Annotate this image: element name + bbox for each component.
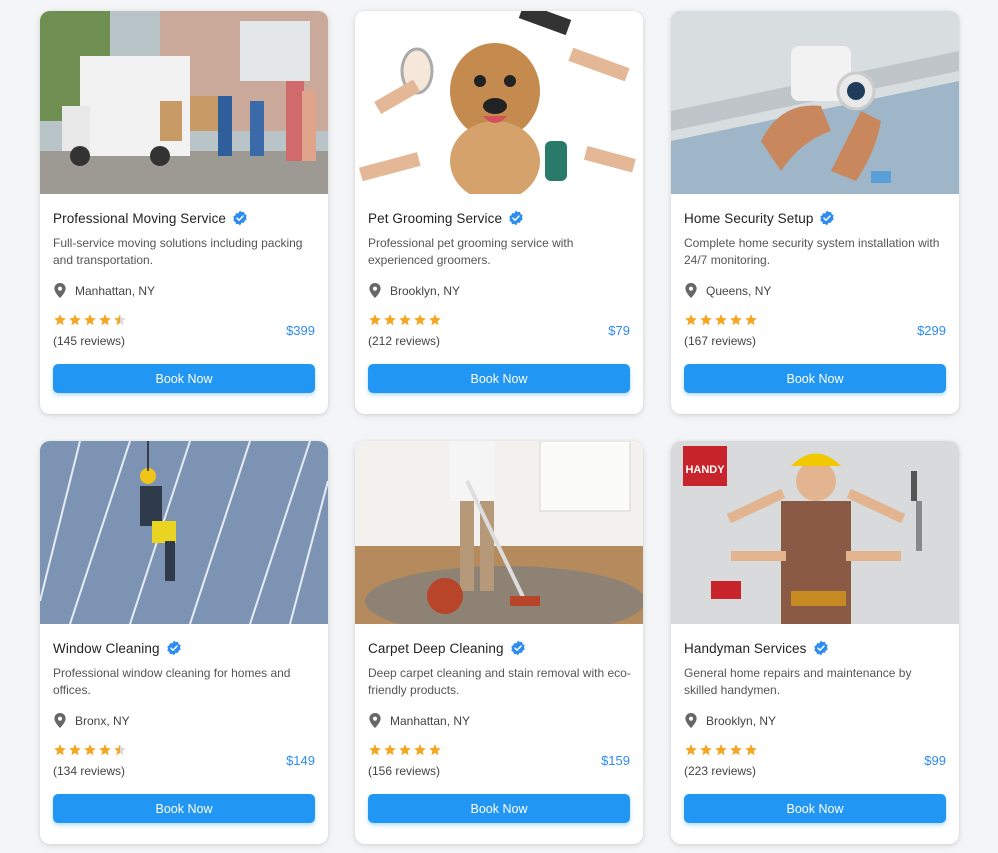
star-full-icon (700, 744, 712, 756)
verified-badge-icon (233, 210, 247, 226)
verified-badge-icon (509, 210, 523, 226)
star-half-icon (114, 744, 126, 756)
review-count: (167 reviews) (684, 334, 757, 348)
location-pin-icon (54, 283, 66, 298)
service-card[interactable]: Home Security Setup Complete home securi… (671, 11, 959, 414)
star-full-icon (745, 314, 757, 326)
service-card[interactable]: Window Cleaning Professional window clea… (40, 441, 328, 844)
book-now-button[interactable]: Book Now (368, 794, 630, 823)
service-description: Professional window cleaning for homes a… (53, 666, 291, 697)
star-full-icon (84, 744, 96, 756)
service-description: Complete home security system installati… (684, 236, 940, 267)
book-now-button[interactable]: Book Now (53, 794, 315, 823)
star-full-icon (384, 744, 396, 756)
star-full-icon (414, 314, 426, 326)
star-full-icon (99, 744, 111, 756)
book-now-button[interactable]: Book Now (684, 794, 946, 823)
service-location: Manhattan, NY (75, 283, 156, 298)
service-location: Queens, NY (706, 283, 772, 298)
book-now-button[interactable]: Book Now (53, 364, 315, 393)
rating-stars (368, 313, 442, 327)
star-full-icon (685, 314, 697, 326)
star-full-icon (730, 744, 742, 756)
star-full-icon (414, 744, 426, 756)
service-title: Professional Moving Service (53, 210, 227, 226)
book-now-button[interactable]: Book Now (684, 364, 946, 393)
star-full-icon (54, 314, 66, 326)
handyman-sign-text: HANDY (685, 464, 725, 476)
star-full-icon (399, 744, 411, 756)
review-count: (212 reviews) (368, 334, 441, 348)
book-now-button[interactable]: Book Now (368, 364, 630, 393)
service-location: Brooklyn, NY (390, 283, 461, 298)
star-full-icon (369, 744, 381, 756)
review-count: (156 reviews) (368, 764, 441, 778)
service-description: Professional pet grooming service with e… (368, 236, 574, 267)
review-count: (134 reviews) (53, 764, 126, 778)
location-pin-icon (54, 713, 66, 728)
star-full-icon (54, 744, 66, 756)
service-title: Window Cleaning (53, 640, 160, 656)
location-pin-icon (369, 713, 381, 728)
service-description: Full-service moving solutions including … (53, 236, 303, 267)
service-card[interactable]: Professional Moving Service Full-service… (40, 11, 328, 414)
service-price: $99 (924, 753, 946, 768)
rating-stars (684, 313, 758, 327)
verified-badge-icon (813, 640, 828, 656)
service-location: Bronx, NY (75, 713, 130, 728)
service-card[interactable]: Pet Grooming Service Professional pet gr… (355, 11, 643, 414)
star-full-icon (715, 314, 727, 326)
service-price: $399 (286, 323, 315, 338)
review-count: (223 reviews) (684, 764, 757, 778)
star-full-icon (429, 314, 441, 326)
star-full-icon (700, 314, 712, 326)
service-title: Home Security Setup (684, 210, 814, 226)
rating-stars (368, 743, 442, 757)
service-description: Deep carpet cleaning and stain removal w… (368, 666, 631, 697)
service-title: Carpet Deep Cleaning (368, 640, 504, 656)
star-full-icon (99, 314, 111, 326)
service-card[interactable]: Carpet Deep Cleaning Deep carpet cleanin… (355, 441, 643, 844)
service-image[interactable]: HANDY (671, 441, 959, 624)
location-pin-icon (685, 713, 697, 728)
location-pin-icon (685, 283, 697, 298)
service-description: General home repairs and maintenance by … (684, 666, 912, 697)
service-price: $159 (601, 753, 630, 768)
service-location: Brooklyn, NY (706, 713, 777, 728)
star-full-icon (384, 314, 396, 326)
verified-badge-icon (510, 640, 525, 656)
service-image[interactable] (40, 11, 328, 194)
service-card[interactable]: HANDY Handyman Services General home rep… (671, 441, 959, 844)
star-half-icon (114, 314, 126, 326)
service-title: Handyman Services (684, 640, 807, 656)
rating-stars (684, 743, 758, 757)
service-image[interactable] (671, 11, 959, 194)
star-full-icon (84, 314, 96, 326)
service-image[interactable] (40, 441, 328, 624)
service-image[interactable] (355, 441, 643, 624)
service-price: $149 (286, 753, 315, 768)
service-image[interactable] (355, 11, 643, 194)
service-location: Manhattan, NY (390, 713, 471, 728)
star-full-icon (715, 744, 727, 756)
star-full-icon (69, 744, 81, 756)
verified-badge-icon (820, 210, 835, 226)
star-full-icon (69, 314, 81, 326)
verified-badge-icon (166, 640, 181, 656)
service-title: Pet Grooming Service (368, 210, 503, 226)
rating-stars (53, 313, 127, 327)
star-full-icon (369, 314, 381, 326)
service-price: $79 (608, 323, 630, 338)
star-full-icon (429, 744, 441, 756)
star-full-icon (730, 314, 742, 326)
service-price: $299 (917, 323, 946, 338)
review-count: (145 reviews) (53, 334, 126, 348)
location-pin-icon (369, 283, 381, 298)
star-full-icon (745, 744, 757, 756)
star-full-icon (685, 744, 697, 756)
rating-stars (53, 743, 127, 757)
star-full-icon (399, 314, 411, 326)
